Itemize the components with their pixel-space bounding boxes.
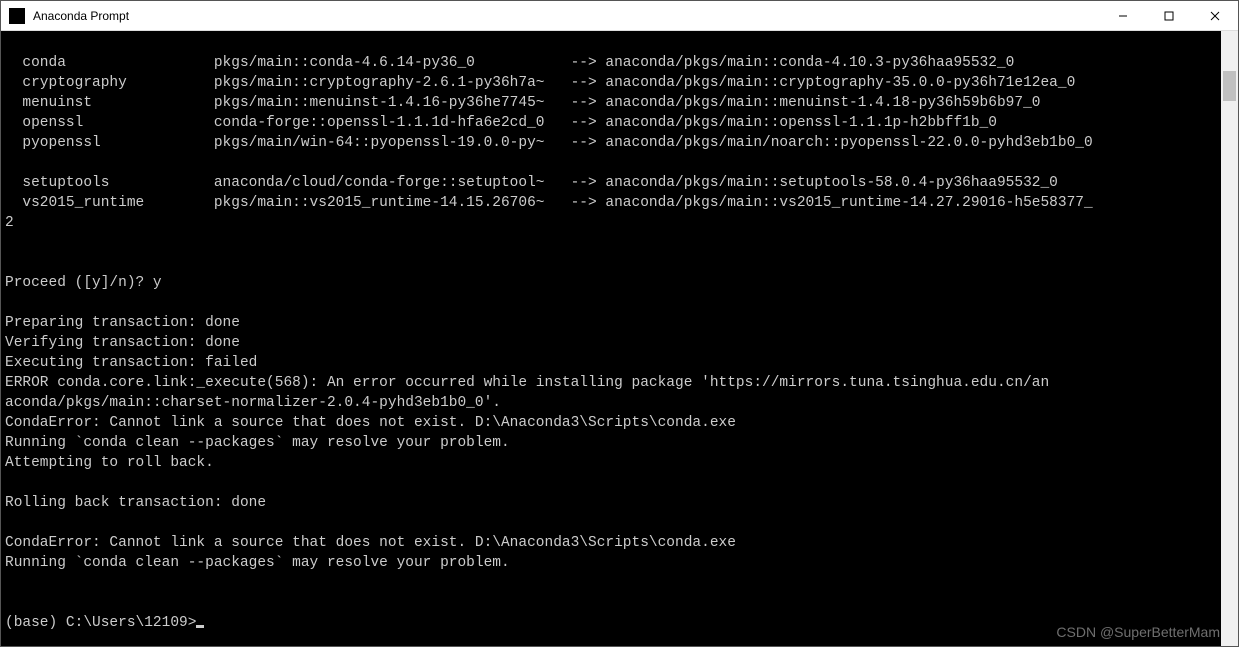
anaconda-prompt-window: Anaconda Prompt conda pkgs/main::conda-4… bbox=[0, 0, 1239, 647]
window-title: Anaconda Prompt bbox=[33, 9, 1100, 23]
close-button[interactable] bbox=[1192, 1, 1238, 31]
app-icon bbox=[9, 8, 25, 24]
terminal-output[interactable]: conda pkgs/main::conda-4.6.14-py36_0 -->… bbox=[1, 31, 1221, 646]
window-controls bbox=[1100, 1, 1238, 31]
scrollbar-thumb[interactable] bbox=[1223, 71, 1236, 101]
cursor bbox=[196, 625, 204, 628]
title-bar[interactable]: Anaconda Prompt bbox=[1, 1, 1238, 31]
vertical-scrollbar[interactable] bbox=[1221, 31, 1238, 646]
maximize-button[interactable] bbox=[1146, 1, 1192, 31]
watermark-text: CSDN @SuperBetterMam bbox=[1056, 624, 1220, 640]
window-body: conda pkgs/main::conda-4.6.14-py36_0 -->… bbox=[1, 31, 1238, 646]
minimize-button[interactable] bbox=[1100, 1, 1146, 31]
